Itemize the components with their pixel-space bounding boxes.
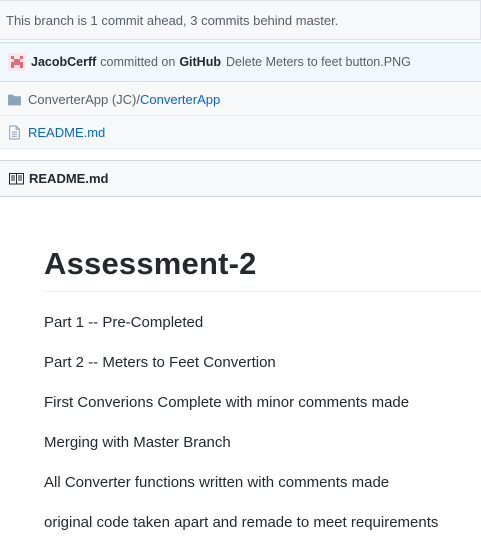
avatar[interactable] (8, 53, 26, 71)
commit-verb: committed on (100, 55, 176, 69)
readme-title: Assessment-2 (44, 240, 481, 292)
readme-paragraph: First Converions Complete with minor com… (44, 394, 410, 411)
folder-path-prefix: ConverterApp (JC)/ (28, 91, 140, 107)
commit-author-link[interactable]: JacobCerff (31, 55, 96, 69)
folder-link[interactable]: ConverterApp (140, 92, 220, 107)
folder-icon (8, 94, 21, 105)
branch-status-bar: This branch is 1 commit ahead, 3 commits… (0, 0, 481, 40)
file-text-icon (9, 125, 20, 139)
commit-service: GitHub (179, 55, 221, 69)
readme-paragraph: All Converter functions written with com… (44, 474, 390, 491)
file-row-folder[interactable]: ConverterApp (JC)/ConverterApp (0, 83, 481, 116)
readme-file-link[interactable]: README.md (28, 125, 105, 140)
readme-header-title: README.md (29, 171, 109, 186)
latest-commit-bar: JacobCerff committed on GitHub Delete Me… (0, 42, 481, 82)
file-row-readme[interactable]: README.md (0, 116, 481, 149)
readme-paragraph: original code taken apart and remade to … (44, 514, 439, 531)
book-icon (9, 173, 24, 185)
repository-page: This branch is 1 commit ahead, 3 commits… (0, 0, 481, 560)
readme-paragraph: Part 2 -- Meters to Feet Convertion (44, 354, 276, 371)
commit-message-link[interactable]: Delete Meters to feet button.PNG (226, 55, 411, 69)
readme-paragraph: Merging with Master Branch (44, 434, 231, 451)
branch-status-text: This branch is 1 commit ahead, 3 commits… (6, 13, 339, 28)
readme-header: README.md (0, 160, 481, 197)
readme-body: Assessment-2 Part 1 -- Pre-Completed Par… (44, 240, 481, 531)
readme-paragraph: Part 1 -- Pre-Completed (44, 314, 204, 331)
